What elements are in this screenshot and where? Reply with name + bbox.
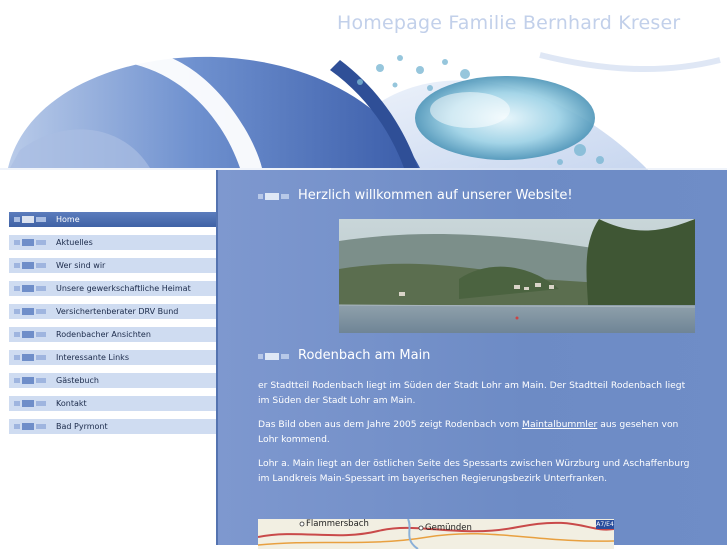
nav-item-versichertenberater[interactable]: Versichertenberater DRV Bund xyxy=(9,304,216,319)
nav-bullet-icon xyxy=(14,285,46,292)
nav-item-bad-pyrmont[interactable]: Bad Pyrmont xyxy=(9,419,216,434)
rodenbach-photo xyxy=(339,219,695,333)
nav-bullet-icon xyxy=(14,308,46,315)
nav-bullet-icon xyxy=(14,216,46,223)
nav-item-rodenbacher-ansichten[interactable]: Rodenbacher Ansichten xyxy=(9,327,216,342)
nav-item-kontakt[interactable]: Kontakt xyxy=(9,396,216,411)
nav-label: Interessante Links xyxy=(56,353,129,362)
nav-bullet-icon xyxy=(14,400,46,407)
paragraph-location: Lohr a. Main liegt an der östlichen Seit… xyxy=(258,458,690,484)
map-motorway-badge: A7/E4 xyxy=(596,520,614,529)
nav-item-gewerkschaftliche-heimat[interactable]: Unsere gewerkschaftliche Heimat xyxy=(9,281,216,296)
map-label-gemuenden: Gemünden xyxy=(425,523,472,533)
section-heading-rodenbach: Rodenbach am Main xyxy=(298,348,431,363)
nav-label: Wer sind wir xyxy=(56,261,106,270)
nav-item-aktuelles[interactable]: Aktuelles xyxy=(9,235,216,250)
nav-label: Home xyxy=(56,215,80,224)
nav-bullet-icon xyxy=(14,377,46,384)
nav-item-wer-sind-wir[interactable]: Wer sind wir xyxy=(9,258,216,273)
welcome-heading: Herzlich willkommen auf unserer Website! xyxy=(298,188,573,203)
nav-bullet-icon xyxy=(14,423,46,430)
nav-label: Rodenbacher Ansichten xyxy=(56,330,151,339)
heading-bullet-icon xyxy=(258,353,289,360)
nav-label: Versichertenberater DRV Bund xyxy=(56,307,179,316)
paragraph-photo-description: Das Bild oben aus dem Jahre 2005 zeigt R… xyxy=(258,417,698,447)
main-content: Herzlich willkommen auf unserer Website!… xyxy=(216,170,727,549)
heading-bullet-icon xyxy=(258,193,289,200)
nav-bullet-icon xyxy=(14,239,46,246)
nav-label: Bad Pyrmont xyxy=(56,422,108,431)
nav-bullet-icon xyxy=(14,331,46,338)
map-label-flammersbach: Flammersbach xyxy=(306,519,369,529)
nav-bullet-icon xyxy=(14,354,46,361)
nav-item-home[interactable]: Home xyxy=(9,212,216,227)
header-banner: Homepage Familie Bernhard Kreser xyxy=(0,0,727,172)
paragraph-text: Das Bild oben aus dem Jahre 2005 zeigt R… xyxy=(258,419,523,430)
nav-label: Aktuelles xyxy=(56,238,93,247)
paragraph-intro: er Stadtteil Rodenbach liegt im Süden de… xyxy=(258,380,686,406)
nav-label: Kontakt xyxy=(56,399,87,408)
nav-item-gaestebuch[interactable]: Gästebuch xyxy=(9,373,216,388)
site-title: Homepage Familie Bernhard Kreser xyxy=(337,12,681,34)
nav-bullet-icon xyxy=(14,262,46,269)
maintalbummler-link[interactable]: Maintalbummler xyxy=(522,419,597,430)
nav-label: Gästebuch xyxy=(56,376,99,385)
nav-item-interessante-links[interactable]: Interessante Links xyxy=(9,350,216,365)
nav-label: Unsere gewerkschaftliche Heimat xyxy=(56,284,191,293)
